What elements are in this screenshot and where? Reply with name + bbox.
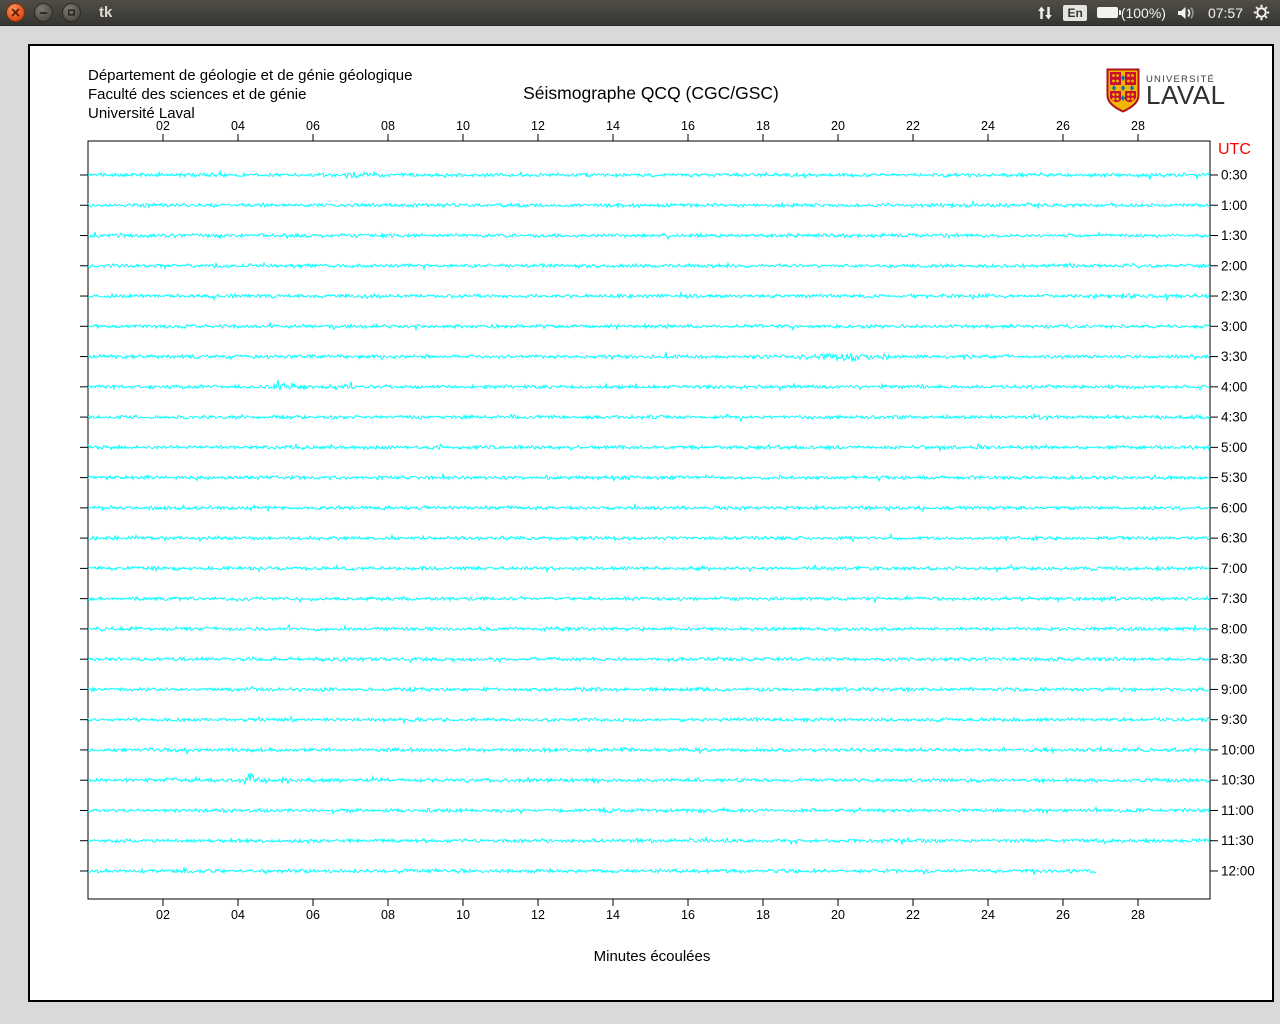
- seismogram-trace: [88, 171, 1210, 179]
- x-axis-tick-label-top: 06: [306, 119, 320, 133]
- window-title: tk: [99, 4, 112, 21]
- battery-status[interactable]: (100%): [1097, 5, 1166, 21]
- utc-row-label: 6:30: [1221, 531, 1247, 546]
- utc-row-label: 11:30: [1221, 833, 1254, 848]
- seismogram-trace: [88, 202, 1210, 209]
- utc-row-label: 1:00: [1221, 198, 1247, 213]
- seismogram-trace: [88, 686, 1210, 691]
- x-axis-tick-label-bottom: 02: [156, 908, 170, 922]
- x-axis-tick-label-bottom: 08: [381, 908, 395, 922]
- x-axis-tick-label-bottom: 16: [681, 908, 695, 922]
- x-axis-tick-label-top: 02: [156, 119, 170, 133]
- x-axis-tick-label-bottom: 12: [531, 908, 545, 922]
- utc-row-label: 9:30: [1221, 712, 1247, 727]
- x-axis-tick-label-top: 26: [1056, 119, 1070, 133]
- volume-icon[interactable]: [1176, 5, 1198, 21]
- utc-row-label: 6:00: [1221, 500, 1247, 515]
- seismogram-trace: [88, 773, 1210, 785]
- network-arrows-icon[interactable]: [1037, 5, 1053, 21]
- system-tray: En (100%) 07:57: [1037, 4, 1270, 21]
- utc-row-label: 0:30: [1221, 168, 1247, 183]
- clock[interactable]: 07:57: [1208, 5, 1243, 21]
- utc-row-label: 2:00: [1221, 258, 1247, 273]
- x-axis-tick-label-bottom: 10: [456, 908, 470, 922]
- seismogram-trace: [88, 444, 1210, 450]
- seismogram-trace: [88, 657, 1210, 663]
- utc-row-label: 7:00: [1221, 561, 1247, 576]
- window-controls: [6, 3, 81, 22]
- session-gear-icon[interactable]: [1253, 4, 1270, 21]
- seismogram-trace: [88, 717, 1210, 723]
- seismogram-trace: [88, 505, 1210, 512]
- utc-row-label: 10:30: [1221, 773, 1255, 788]
- keyboard-layout-indicator[interactable]: En: [1063, 5, 1086, 21]
- seismogram-trace: [88, 323, 1210, 330]
- utc-row-label: 2:30: [1221, 289, 1247, 304]
- utc-row-label: 3:30: [1221, 349, 1247, 364]
- window-maximize-button[interactable]: [62, 3, 81, 22]
- x-axis-tick-label-bottom: 26: [1056, 908, 1070, 922]
- plot-border: [88, 141, 1210, 899]
- battery-percent: (100%): [1121, 5, 1166, 21]
- utc-row-label: 8:00: [1221, 621, 1247, 636]
- utc-row-label: 1:30: [1221, 228, 1247, 243]
- x-axis-tick-label-top: 24: [981, 119, 995, 133]
- x-axis-tick-label-top: 08: [381, 119, 395, 133]
- seismogram-trace: [88, 837, 1210, 844]
- seismogram-trace: [88, 414, 1210, 421]
- x-axis-tick-label-bottom: 18: [756, 908, 770, 922]
- x-axis-tick-label-top: 22: [906, 119, 920, 133]
- x-axis-tick-label-top: 20: [831, 119, 845, 133]
- x-axis-tick-label-top: 14: [606, 119, 620, 133]
- system-panel: tk En (100%) 07:57: [0, 0, 1280, 26]
- x-axis-tick-label-bottom: 04: [231, 908, 245, 922]
- x-axis-tick-label-bottom: 06: [306, 908, 320, 922]
- x-axis-tick-label-top: 16: [681, 119, 695, 133]
- utc-row-label: 9:00: [1221, 682, 1247, 697]
- seismogram-trace: [88, 868, 1096, 875]
- x-axis-tick-label-bottom: 22: [906, 908, 920, 922]
- x-axis-tick-label-top: 28: [1131, 119, 1145, 133]
- x-axis-tick-label-bottom: 20: [831, 908, 845, 922]
- utc-row-label: 4:00: [1221, 379, 1247, 394]
- seismogram-plot: 02 02 04 04 06 06 08 08 10 10 12 12 14 14 16 16 18 18 20 20…: [30, 46, 1272, 1000]
- x-axis-tick-label-bottom: 28: [1131, 908, 1145, 922]
- seismogram-trace: [88, 747, 1210, 754]
- seismogram-trace: [88, 353, 1210, 362]
- x-axis-tick-label-bottom: 24: [981, 908, 995, 922]
- x-axis-tick-label-top: 04: [231, 119, 245, 133]
- close-icon: [11, 8, 20, 17]
- minimize-icon: [39, 8, 48, 17]
- battery-icon: [1097, 7, 1118, 18]
- utc-row-label: 10:00: [1221, 742, 1255, 757]
- window-minimize-button[interactable]: [34, 3, 53, 22]
- x-axis-tick-label-bottom: 14: [606, 908, 620, 922]
- window-close-button[interactable]: [6, 3, 25, 22]
- utc-row-label: 8:30: [1221, 652, 1247, 667]
- seismogram-trace: [88, 232, 1210, 239]
- seismogram-trace: [88, 565, 1210, 572]
- x-axis-tick-label-top: 18: [756, 119, 770, 133]
- x-axis-title: Minutes écoulées: [594, 948, 711, 965]
- utc-row-label: 5:00: [1221, 440, 1247, 455]
- x-axis-tick-label-top: 10: [456, 119, 470, 133]
- utc-row-label: 7:30: [1221, 591, 1247, 606]
- utc-row-label: 5:30: [1221, 470, 1247, 485]
- utc-axis-title: UTC: [1218, 141, 1251, 158]
- seismograph-canvas: Département de géologie et de génie géol…: [28, 44, 1274, 1002]
- utc-row-label: 4:30: [1221, 410, 1247, 425]
- seismogram-trace: [88, 263, 1210, 269]
- seismogram-trace: [88, 380, 1210, 390]
- maximize-icon: [67, 8, 76, 17]
- seismogram-trace: [88, 596, 1210, 602]
- seismogram-trace: [88, 535, 1210, 542]
- utc-row-label: 12:00: [1221, 863, 1255, 878]
- seismogram-trace: [88, 474, 1210, 481]
- utc-row-label: 3:00: [1221, 319, 1247, 334]
- x-axis-tick-label-top: 12: [531, 119, 545, 133]
- seismogram-trace: [88, 293, 1210, 300]
- seismogram-trace: [88, 625, 1210, 631]
- utc-row-label: 11:00: [1221, 803, 1254, 818]
- seismogram-trace: [88, 807, 1210, 813]
